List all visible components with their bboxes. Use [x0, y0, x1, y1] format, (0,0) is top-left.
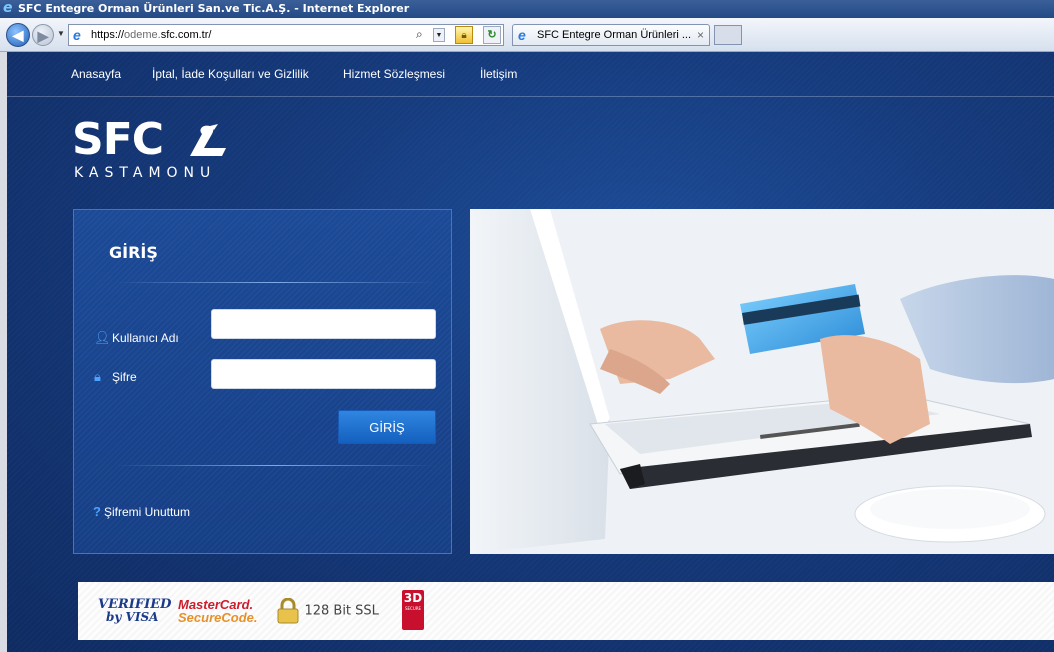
nav-service-agreement-link[interactable]: Hizmet Sözleşmesi — [343, 67, 445, 81]
address-dropdown-icon[interactable]: ▼ — [433, 28, 445, 42]
username-input[interactable] — [211, 309, 436, 339]
laptop-credit-card-illustration — [470, 209, 1054, 554]
browser-navbar: ◀ ▶ ▼ e https://odeme.sfc.com.tr/ ⌕ ▼ 🔒︎… — [0, 18, 1054, 52]
address-bar[interactable]: e https://odeme.sfc.com.tr/ ⌕ ▼ 🔒︎ ↻ — [68, 24, 504, 46]
password-input[interactable] — [211, 359, 436, 389]
swan-logo-icon — [190, 124, 226, 156]
nav-cancel-return-privacy-link[interactable]: İptal, İade Koşulları ve Gizlilik — [152, 67, 309, 81]
browser-tab[interactable]: e SFC Entegre Orman Ürünleri ... × — [512, 24, 710, 46]
ie-page-icon: e — [73, 27, 81, 43]
divider — [114, 282, 434, 283]
padlock-icon — [277, 597, 299, 624]
nav-contact-link[interactable]: İletişim — [480, 67, 517, 81]
padlock-icon: 🔒︎ — [94, 369, 101, 384]
3d-secure-badge: 3D SECURE — [402, 590, 424, 630]
login-button[interactable]: GİRİŞ — [338, 410, 436, 444]
user-icon: 👤︎ — [94, 330, 111, 345]
site-logo[interactable]: SFC KASTAMONU — [72, 116, 226, 181]
login-title: GİRİŞ — [109, 243, 158, 262]
lock-icon[interactable]: 🔒︎ — [455, 26, 473, 44]
login-panel: GİRİŞ 👤︎Kullanıcı Adı 🔒︎ Şifre GİRİŞ ? Şif… — [73, 209, 452, 554]
window-title-bar: e SFC Entegre Orman Ürünleri San.ve Tic.… — [0, 0, 1054, 18]
ie-logo-icon: e — [3, 0, 13, 16]
tab-label: SFC Entegre Orman Ürünleri ... — [537, 29, 692, 41]
forgot-password-link[interactable]: ? Şifremi Unuttum — [93, 504, 190, 519]
window-title: SFC Entegre Orman Ürünleri San.ve Tic.A.… — [18, 2, 410, 15]
divider — [114, 465, 434, 466]
site-page: Anasayfa İptal, İade Koşulları ve Gizlil… — [7, 52, 1054, 652]
verified-by-visa-badge: VERIFIED by VISA — [98, 597, 172, 624]
logo-subtitle: KASTAMONU — [74, 165, 217, 181]
ssl-badge: 128 Bit SSL — [276, 597, 379, 628]
forward-button[interactable]: ▶ — [32, 24, 54, 46]
hero-image — [470, 209, 1054, 554]
password-label: 🔒︎ Şifre — [94, 369, 137, 384]
search-icon[interactable]: ⌕ — [416, 27, 423, 42]
question-icon: ? — [93, 504, 101, 519]
nav-home-link[interactable]: Anasayfa — [71, 67, 121, 81]
ie-tab-icon: e — [518, 27, 526, 43]
address-url[interactable]: https://odeme.sfc.com.tr/ — [91, 29, 211, 41]
back-button[interactable]: ◀ — [6, 23, 30, 47]
new-tab-button[interactable] — [714, 25, 742, 45]
site-nav: Anasayfa İptal, İade Koşulları ve Gizlil… — [7, 52, 1054, 97]
history-dropdown-icon[interactable]: ▼ — [57, 29, 65, 38]
refresh-icon[interactable]: ↻ — [483, 26, 501, 44]
security-badges-strip: VERIFIED by VISA MasterCard. SecureCode.… — [78, 582, 1054, 640]
mastercard-securecode-badge: MasterCard. SecureCode. — [178, 597, 258, 625]
close-tab-icon[interactable]: × — [697, 28, 704, 42]
username-label: 👤︎Kullanıcı Adı — [94, 330, 179, 345]
